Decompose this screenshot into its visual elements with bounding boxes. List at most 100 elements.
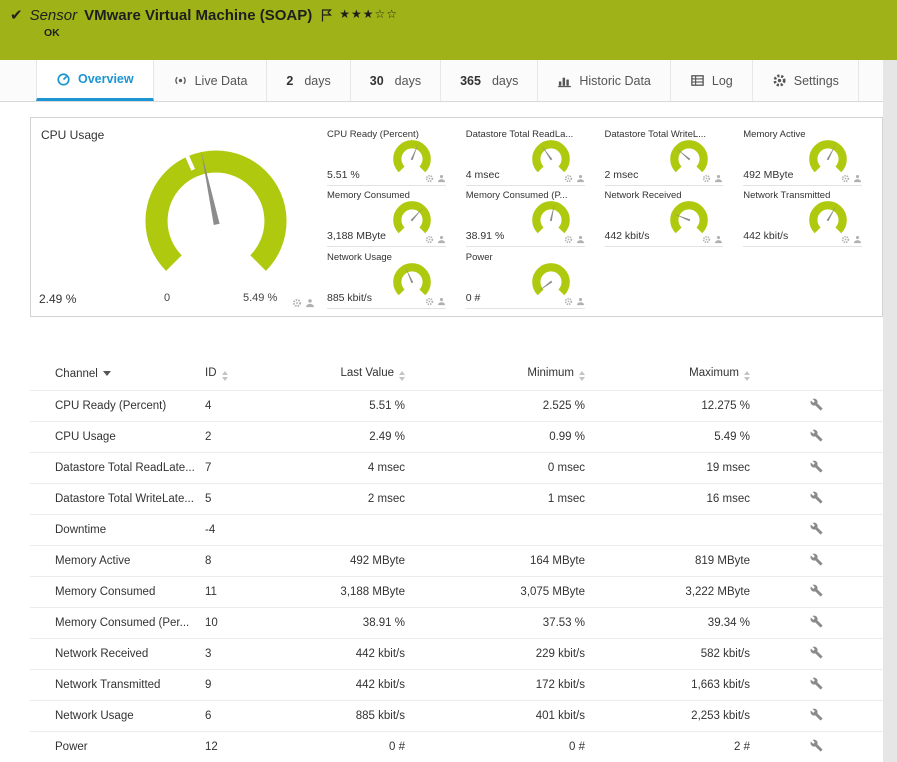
channel-name[interactable]: Memory Active — [30, 546, 205, 577]
tab-365-days[interactable]: 365 days — [441, 60, 538, 101]
user-access-icon[interactable] — [437, 235, 446, 244]
channel-name[interactable]: Network Usage — [30, 701, 205, 732]
table-row[interactable]: Memory Active 8 492 MByte 164 MByte 819 … — [30, 546, 883, 577]
column-header-last-value[interactable]: Last Value — [300, 357, 405, 391]
channel-settings-wrench-icon[interactable] — [810, 491, 823, 504]
channel-settings-wrench-icon[interactable] — [810, 739, 823, 752]
page-content: Overview Live Data 2 days 30 days 365 da… — [0, 60, 883, 762]
table-row[interactable]: Network Transmitted 9 442 kbit/s 172 kbi… — [30, 670, 883, 701]
channel-settings-wrench-icon[interactable] — [810, 646, 823, 659]
compare-gear-icon[interactable] — [564, 174, 573, 183]
user-access-icon[interactable] — [576, 174, 585, 183]
favorite-rating-stars[interactable]: ★★★☆☆ — [339, 7, 398, 21]
channel-last-value: 4 msec — [300, 453, 405, 484]
tab-log[interactable]: Log — [671, 60, 753, 101]
primary-channel-gauge[interactable]: CPU Usage 2.49 % 0 5.49 % — [31, 118, 321, 316]
channel-settings-wrench-icon[interactable] — [810, 429, 823, 442]
channel-gauge[interactable]: Datastore Total ReadLa... 4 msec — [466, 126, 585, 186]
channel-id: 5 — [205, 484, 300, 515]
channel-settings-wrench-icon[interactable] — [810, 398, 823, 411]
user-access-icon[interactable] — [853, 174, 862, 183]
channel-settings-wrench-icon[interactable] — [810, 615, 823, 628]
channel-gauge[interactable]: Network Received 442 kbit/s — [605, 187, 724, 247]
channel-settings-wrench-icon[interactable] — [810, 553, 823, 566]
channel-id: 2 — [205, 422, 300, 453]
priority-flag-icon[interactable] — [321, 9, 332, 22]
tab-label: Live Data — [195, 74, 248, 88]
table-row[interactable]: Memory Consumed 11 3,188 MByte 3,075 MBy… — [30, 577, 883, 608]
tab-30-days[interactable]: 30 days — [351, 60, 441, 101]
user-access-icon[interactable] — [853, 235, 862, 244]
channel-settings-wrench-icon[interactable] — [810, 522, 823, 535]
user-access-icon[interactable] — [437, 297, 446, 306]
compare-gear-icon[interactable] — [841, 174, 850, 183]
channel-gauge[interactable]: Network Transmitted 442 kbit/s — [743, 187, 862, 247]
column-header-channel[interactable]: Channel — [30, 357, 205, 391]
channel-gauge[interactable]: Memory Consumed (P... 38.91 % — [466, 187, 585, 247]
compare-gear-icon[interactable] — [564, 235, 573, 244]
channel-gauge[interactable]: Memory Consumed 3,188 MByte — [327, 187, 446, 247]
historic-data-chart-icon — [557, 73, 572, 88]
compare-gear-icon[interactable] — [425, 297, 434, 306]
channel-name[interactable]: Downtime — [30, 515, 205, 546]
tab-historic-data[interactable]: Historic Data — [538, 60, 671, 101]
channel-name[interactable]: Network Transmitted — [30, 670, 205, 701]
channel-name[interactable]: CPU Usage — [30, 422, 205, 453]
table-row[interactable]: Network Received 3 442 kbit/s 229 kbit/s… — [30, 639, 883, 670]
channel-settings-wrench-icon[interactable] — [810, 677, 823, 690]
channel-maximum: 1,663 kbit/s — [585, 670, 750, 701]
compare-gear-icon[interactable] — [564, 297, 573, 306]
table-row[interactable]: Network Usage 6 885 kbit/s 401 kbit/s 2,… — [30, 701, 883, 732]
channel-settings-wrench-icon[interactable] — [810, 584, 823, 597]
tab-settings[interactable]: Settings — [753, 60, 859, 101]
user-access-icon[interactable] — [576, 235, 585, 244]
channel-name[interactable]: Memory Consumed (Per... — [30, 608, 205, 639]
user-access-icon[interactable] — [714, 174, 723, 183]
sensor-header: ✔ Sensor VMware Virtual Machine (SOAP) ★… — [0, 0, 897, 60]
table-row[interactable]: CPU Ready (Percent) 4 5.51 % 2.525 % 12.… — [30, 391, 883, 422]
channel-maximum: 19 msec — [585, 453, 750, 484]
user-access-icon[interactable] — [305, 298, 315, 308]
table-row[interactable]: Memory Consumed (Per... 10 38.91 % 37.53… — [30, 608, 883, 639]
channel-name[interactable]: Memory Consumed — [30, 577, 205, 608]
compare-gear-icon[interactable] — [292, 298, 302, 308]
table-row[interactable]: Downtime -4 — [30, 515, 883, 546]
channel-settings-wrench-icon[interactable] — [810, 460, 823, 473]
column-header-maximum[interactable]: Maximum — [585, 357, 750, 391]
table-row[interactable]: Datastore Total ReadLate... 7 4 msec 0 m… — [30, 453, 883, 484]
compare-gear-icon[interactable] — [425, 235, 434, 244]
primary-gauge-max-label: 5.49 % — [243, 292, 277, 304]
table-row[interactable]: Datastore Total WriteLate... 5 2 msec 1 … — [30, 484, 883, 515]
user-access-icon[interactable] — [576, 297, 585, 306]
table-row[interactable]: Power 12 0 # 0 # 2 # — [30, 732, 883, 762]
channel-last-value — [300, 515, 405, 546]
column-header-id[interactable]: ID — [205, 357, 300, 391]
channel-name[interactable]: Datastore Total WriteLate... — [30, 484, 205, 515]
channel-settings-wrench-icon[interactable] — [810, 708, 823, 721]
channel-minimum: 229 kbit/s — [405, 639, 585, 670]
table-row[interactable]: CPU Usage 2 2.49 % 0.99 % 5.49 % — [30, 422, 883, 453]
channel-minimum: 37.53 % — [405, 608, 585, 639]
channel-name[interactable]: Network Received — [30, 639, 205, 670]
channel-name[interactable]: Datastore Total ReadLate... — [30, 453, 205, 484]
compare-gear-icon[interactable] — [702, 174, 711, 183]
compare-gear-icon[interactable] — [841, 235, 850, 244]
channel-maximum — [585, 515, 750, 546]
compare-gear-icon[interactable] — [425, 174, 434, 183]
channel-name[interactable]: CPU Ready (Percent) — [30, 391, 205, 422]
user-access-icon[interactable] — [437, 174, 446, 183]
tab-label: Historic Data — [579, 74, 651, 88]
channel-gauge[interactable]: Network Usage 885 kbit/s — [327, 249, 446, 309]
channel-gauge[interactable]: Datastore Total WriteL... 2 msec — [605, 126, 724, 186]
channel-name[interactable]: Power — [30, 732, 205, 762]
tab-overview[interactable]: Overview — [36, 60, 154, 101]
user-access-icon[interactable] — [714, 235, 723, 244]
tab-live-data[interactable]: Live Data — [154, 60, 268, 101]
channel-gauge[interactable]: CPU Ready (Percent) 5.51 % — [327, 126, 446, 186]
column-header-minimum[interactable]: Minimum — [405, 357, 585, 391]
channel-minimum — [405, 515, 585, 546]
channel-gauge[interactable]: Power 0 # — [466, 249, 585, 309]
compare-gear-icon[interactable] — [702, 235, 711, 244]
channel-gauge[interactable]: Memory Active 492 MByte — [743, 126, 862, 186]
tab-2-days[interactable]: 2 days — [267, 60, 350, 101]
